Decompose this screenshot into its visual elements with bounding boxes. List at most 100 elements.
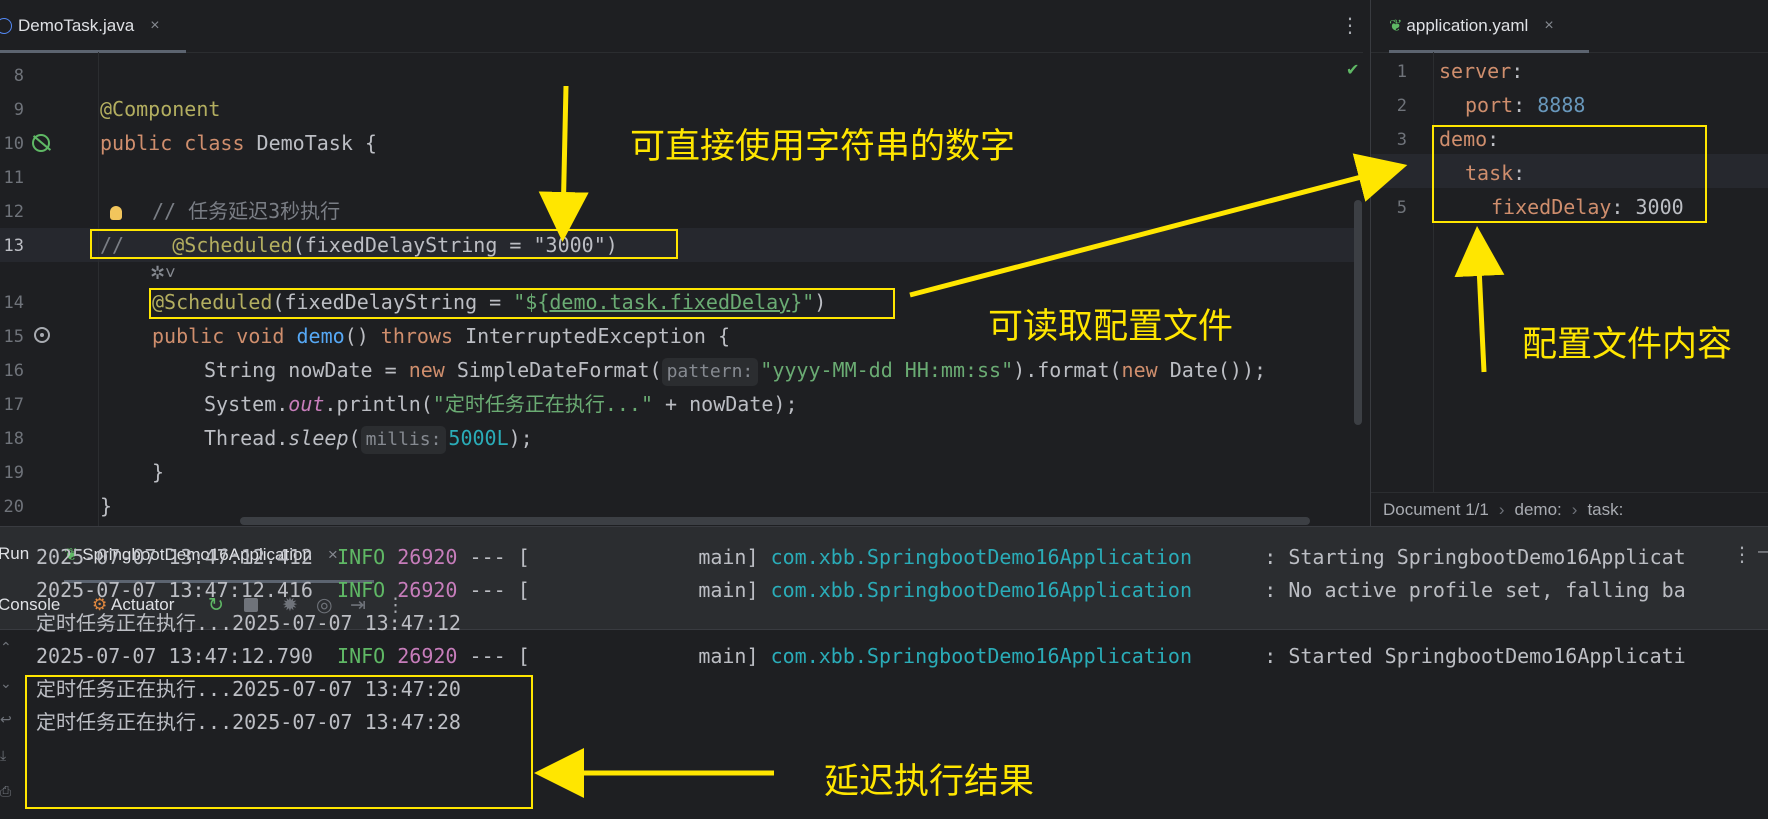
line-number: 14	[3, 293, 24, 313]
code-line-10[interactable]: public class DemoTask {	[100, 126, 377, 160]
highlight-box-line14	[149, 288, 895, 319]
code-line-20[interactable]: }	[100, 489, 112, 523]
token-text: Thread.	[204, 426, 289, 450]
token-text: System.	[204, 392, 289, 416]
horizontal-scrollbar[interactable]	[240, 517, 1310, 525]
log-thread: main]	[698, 545, 759, 569]
yaml-colon: :	[1511, 59, 1524, 83]
log-separator: --- [	[457, 644, 530, 668]
token-static-field: out	[288, 392, 325, 416]
token-keyword: public void	[152, 324, 297, 348]
yaml-editor[interactable]: ❦ application.yaml × 1 2 3 5 server: por…	[1370, 0, 1768, 526]
log-pid: 26920	[397, 578, 458, 602]
breadcrumb-item[interactable]: task:	[1587, 500, 1623, 520]
scroll-up-icon[interactable]: ⌃	[0, 639, 12, 656]
token-brace: }	[100, 494, 113, 518]
token-text: + nowDate);	[653, 392, 798, 416]
log-pid: 26920	[397, 545, 458, 569]
log-timestamp: 2025-07-07 13:47:12.412	[36, 545, 313, 569]
line-number: 12	[3, 202, 24, 222]
code-line-17[interactable]: System.out.println("定时任务正在执行..." + nowDa…	[204, 387, 798, 421]
token-text: String nowDate =	[204, 358, 409, 382]
breadcrumb-item[interactable]: Document 1/1	[1383, 500, 1489, 520]
log-line: 2025-07-07 13:47:12.790 INFO 26920 --- […	[36, 640, 1686, 673]
log-level: INFO	[337, 644, 386, 668]
inspection-ok-icon: ✔	[1346, 62, 1360, 79]
java-class-icon	[0, 18, 12, 34]
minimize-icon[interactable]: —	[1758, 543, 1768, 561]
scheduled-icon[interactable]: ✲˅	[150, 263, 176, 284]
line-number: 8	[13, 66, 24, 86]
close-icon[interactable]: ×	[1544, 17, 1553, 35]
token-number: 5000L	[448, 426, 509, 450]
token-text: ()	[344, 324, 381, 348]
token-annotation: @Component	[100, 97, 221, 121]
scroll-down-icon[interactable]: ⌄	[0, 675, 12, 692]
close-icon[interactable]: ×	[150, 17, 159, 35]
token-method-name: demo	[296, 324, 345, 348]
token-text: .println(	[324, 392, 433, 416]
log-level: INFO	[337, 545, 386, 569]
breadcrumb-separator: ›	[1571, 500, 1578, 519]
token-text: InterruptedException {	[453, 324, 730, 348]
yaml-colon: :	[1513, 93, 1538, 117]
line-number: 19	[3, 463, 24, 483]
log-output: 定时任务正在执行...2025-07-07 13:47:12	[36, 611, 461, 635]
token-static-method: sleep	[288, 426, 349, 450]
line-number: 10	[3, 134, 24, 154]
editor-tab-bar: ❦ application.yaml ×	[1371, 0, 1768, 53]
highlight-box-line13	[90, 229, 678, 259]
token-brace: }	[152, 460, 165, 484]
print-icon[interactable]: ⎙	[0, 783, 11, 800]
yaml-line-1[interactable]: server:	[1439, 54, 1523, 88]
run-method-icon[interactable]	[34, 327, 50, 343]
token-text: Date());	[1157, 358, 1267, 382]
yaml-line-2[interactable]: port: 8888	[1465, 88, 1585, 122]
token-text: ).format(	[1013, 358, 1122, 382]
vertical-scrollbar[interactable]	[1354, 200, 1362, 425]
tab-application-yaml[interactable]: ❦ application.yaml ×	[1389, 0, 1589, 53]
line-number: 20	[3, 497, 24, 517]
line-number: 16	[3, 361, 24, 381]
code-line-9[interactable]: @Component	[100, 92, 220, 126]
token-text: );	[508, 426, 533, 450]
code-line-12[interactable]: // 任务延迟3秒执行	[152, 194, 340, 228]
soft-wrap-icon[interactable]: ↩	[0, 711, 12, 728]
log-line: 定时任务正在执行...2025-07-07 13:47:12	[36, 607, 461, 640]
tab-demotask-java[interactable]: DemoTask.java ×	[0, 0, 186, 53]
breadcrumb-item[interactable]: demo:	[1515, 500, 1562, 520]
log-line: 2025-07-07 13:47:12.416 INFO 26920 --- […	[36, 574, 1686, 607]
scroll-to-end-icon[interactable]: ⤓	[0, 747, 6, 764]
breadcrumb-separator: ›	[1498, 500, 1505, 519]
java-editor[interactable]: DemoTask.java × ⋮ ✔ 8 9 10 11 12 13 14 1…	[0, 0, 1363, 526]
line-number: 11	[3, 168, 24, 188]
log-separator: --- [	[457, 545, 530, 569]
code-line-19[interactable]: }	[152, 455, 164, 489]
annotation-read-config: 可读取配置文件	[988, 307, 1234, 347]
line-number-gutter	[0, 52, 99, 526]
log-timestamp: 2025-07-07 13:47:12.790	[36, 644, 313, 668]
log-message: : No active profile set, falling ba	[1264, 578, 1686, 602]
editor-tab-bar: DemoTask.java × ⋮	[0, 0, 1363, 53]
line-number: 9	[13, 100, 24, 120]
token-keyword: public class	[100, 131, 245, 155]
yaml-key: server	[1439, 59, 1512, 83]
spring-leaf-icon: ❦	[1389, 18, 1403, 35]
token-text: SimpleDateFormat(	[444, 358, 662, 382]
panel-menu-icon[interactable]: ⋮	[1732, 545, 1752, 565]
annotation-direct-string: 可直接使用字符串的数字	[630, 127, 1016, 167]
bean-icon[interactable]	[32, 134, 52, 152]
code-line-16[interactable]: String nowDate = new SimpleDateFormat(pa…	[204, 353, 1266, 387]
yaml-key: port	[1465, 93, 1514, 117]
log-class: com.xbb.SpringbootDemo16Application	[770, 545, 1193, 569]
log-line: 2025-07-07 13:47:12.412 INFO 26920 --- […	[36, 541, 1686, 574]
code-line-15[interactable]: public void demo() throws InterruptedExc…	[152, 319, 730, 353]
tab-menu-icon[interactable]: ⋮	[1340, 16, 1360, 36]
log-pid: 26920	[397, 644, 458, 668]
token-keyword: new	[1121, 358, 1158, 382]
line-number: 18	[3, 429, 24, 449]
token-class-name: DemoTask {	[256, 131, 377, 155]
highlight-box-yaml	[1432, 125, 1707, 223]
lightbulb-icon[interactable]	[110, 206, 122, 220]
code-line-18[interactable]: Thread.sleep(millis: 5000L);	[204, 421, 533, 455]
